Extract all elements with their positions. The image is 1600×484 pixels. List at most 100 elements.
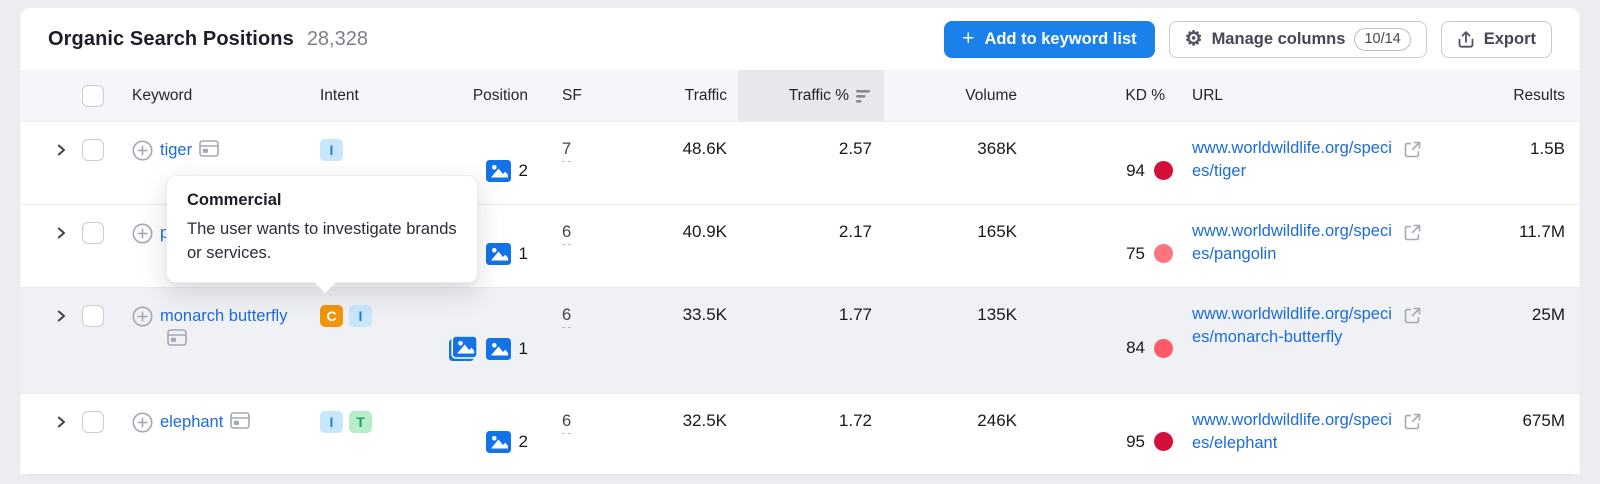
add-keyword-icon[interactable] <box>132 140 153 161</box>
external-link-icon[interactable] <box>1403 306 1422 325</box>
sf-value[interactable]: 6 <box>562 223 571 245</box>
title-wrap: Organic Search Positions 28,328 <box>48 28 368 51</box>
results-value: 675M <box>1430 394 1570 474</box>
external-link-icon[interactable] <box>1403 140 1422 159</box>
image-serp-icon[interactable] <box>486 243 511 265</box>
intent-badge-t[interactable]: T <box>349 411 372 433</box>
organic-search-positions-card: Organic Search Positions 28,328 + Add to… <box>20 8 1580 474</box>
intent-badge-c[interactable]: C <box>320 305 343 327</box>
row-checkbox[interactable] <box>82 222 104 244</box>
row-checkbox[interactable] <box>82 411 104 433</box>
keyword-link[interactable]: elephant <box>160 411 250 436</box>
chevron-right-icon[interactable] <box>54 309 80 323</box>
column-header-keyword[interactable]: Keyword <box>122 70 320 121</box>
total-count: 28,328 <box>307 28 368 51</box>
image-pack-icon[interactable] <box>449 336 478 361</box>
traffic-value: 33.5K <box>580 288 738 393</box>
column-header-sf[interactable]: SF <box>536 70 580 121</box>
add-keyword-icon[interactable] <box>132 412 153 433</box>
keyword-link[interactable]: tiger <box>160 139 219 164</box>
manage-columns-button[interactable]: ⚙ Manage columns 10/14 <box>1169 21 1427 58</box>
intent-badge-i[interactable]: I <box>349 305 372 327</box>
row-checkbox[interactable] <box>82 305 104 327</box>
chevron-right-icon[interactable] <box>54 415 80 429</box>
intent-tooltip: Commercial The user wants to investigate… <box>166 175 478 283</box>
add-keyword-icon[interactable] <box>132 223 153 244</box>
kd-value: 94 <box>1126 161 1145 181</box>
column-header-traffic[interactable]: Traffic <box>580 70 738 121</box>
kd-difficulty-dot <box>1154 339 1173 358</box>
export-button[interactable]: Export <box>1441 21 1552 58</box>
tooltip-body: The user wants to investigate brands or … <box>187 217 457 265</box>
upload-icon <box>1457 30 1475 49</box>
sf-value[interactable]: 7 <box>562 140 571 162</box>
chevron-right-icon[interactable] <box>54 226 80 240</box>
traffic-value: 32.5K <box>580 394 738 474</box>
results-value: 25M <box>1430 288 1570 393</box>
serp-features-icon[interactable] <box>167 332 187 350</box>
tooltip-title: Commercial <box>187 191 457 210</box>
keyword-link[interactable]: monarch butterfly <box>160 305 302 353</box>
sf-value[interactable]: 6 <box>562 306 571 328</box>
traffic-value: 40.9K <box>580 205 738 287</box>
header-actions: + Add to keyword list ⚙ Manage columns 1… <box>944 21 1552 58</box>
url-link[interactable]: www.worldwildlife.org/species/pangolin <box>1192 220 1396 266</box>
select-all-cell <box>80 70 122 121</box>
column-header-results[interactable]: Results <box>1430 70 1570 121</box>
export-label: Export <box>1484 30 1536 49</box>
kd-difficulty-dot <box>1154 161 1173 180</box>
intent-badge-i[interactable]: I <box>320 139 343 161</box>
url-link[interactable]: www.worldwildlife.org/species/elephant <box>1192 409 1396 455</box>
kd-value: 95 <box>1126 432 1145 452</box>
sort-desc-icon <box>856 89 872 103</box>
traffic-pct-value: 2.57 <box>738 122 884 204</box>
add-to-keyword-list-label: Add to keyword list <box>984 30 1136 49</box>
url-link[interactable]: www.worldwildlife.org/species/monarch-bu… <box>1192 303 1396 349</box>
traffic-pct-value: 1.72 <box>738 394 884 474</box>
traffic-pct-value: 2.17 <box>738 205 884 287</box>
manage-columns-label: Manage columns <box>1212 30 1346 49</box>
card-header: Organic Search Positions 28,328 + Add to… <box>20 8 1580 70</box>
column-header-url[interactable]: URL <box>1180 70 1430 121</box>
add-keyword-icon[interactable] <box>132 306 153 327</box>
traffic-pct-value: 1.77 <box>738 288 884 393</box>
column-header-traffic-pct[interactable]: Traffic % <box>738 70 884 121</box>
image-serp-icon[interactable] <box>486 160 511 182</box>
table-header-row: Keyword Intent Position SF Traffic Traff… <box>20 70 1580 122</box>
serp-features-icon[interactable] <box>230 415 250 433</box>
results-value: 11.7M <box>1430 205 1570 287</box>
kd-difficulty-dot <box>1154 432 1173 451</box>
gear-icon: ⚙ <box>1185 29 1203 49</box>
kd-value: 84 <box>1126 338 1145 358</box>
row-checkbox[interactable] <box>82 139 104 161</box>
column-header-intent[interactable]: Intent <box>320 70 440 121</box>
select-all-checkbox[interactable] <box>82 85 104 107</box>
columns-count-badge: 10/14 <box>1354 28 1410 51</box>
page-title: Organic Search Positions <box>48 28 294 51</box>
external-link-icon[interactable] <box>1403 412 1422 431</box>
add-to-keyword-list-button[interactable]: + Add to keyword list <box>944 21 1154 58</box>
position-value: 2 <box>519 432 528 452</box>
table-row: monarch butterflyCI1633.5K1.77135K84www.… <box>20 287 1580 393</box>
intent-badge-i[interactable]: I <box>320 411 343 433</box>
image-serp-icon[interactable] <box>486 338 511 360</box>
column-header-kd[interactable]: KD % <box>1030 70 1180 121</box>
chevron-right-icon[interactable] <box>54 143 80 157</box>
traffic-value: 48.6K <box>580 122 738 204</box>
plus-icon: + <box>962 28 974 49</box>
traffic-pct-label: Traffic % <box>789 87 849 105</box>
volume-value: 246K <box>884 394 1030 474</box>
volume-value: 165K <box>884 205 1030 287</box>
header-expand-spacer <box>48 70 80 121</box>
sf-value[interactable]: 6 <box>562 412 571 434</box>
column-header-volume[interactable]: Volume <box>884 70 1030 121</box>
serp-features-icon[interactable] <box>199 143 219 161</box>
url-link[interactable]: www.worldwildlife.org/species/tiger <box>1192 137 1396 183</box>
column-header-position[interactable]: Position <box>440 70 536 121</box>
table-row: elephant IT 2 6 32.5K1.72246K 95 www.worldwild… <box>20 393 1580 474</box>
image-serp-icon[interactable] <box>486 431 511 453</box>
external-link-icon[interactable] <box>1403 223 1422 242</box>
position-value: 1 <box>519 339 528 359</box>
kd-difficulty-dot <box>1154 244 1173 263</box>
results-value: 1.5B <box>1430 122 1570 204</box>
